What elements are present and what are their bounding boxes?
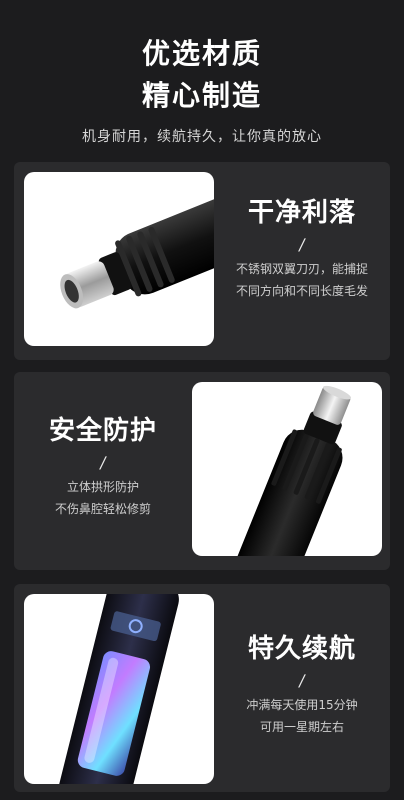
feature-text-safety: 安全防护 / 立体拱形防护 不伤鼻腔轻松修剪 [14, 410, 192, 520]
hero-subtitle: 机身耐用，续航持久，让你真的放心 [82, 129, 322, 145]
feature-desc-line2: 可用一星期左右 [259, 720, 344, 734]
feature-desc-line2: 不同方向和不同长度毛发 [235, 284, 368, 298]
feature-title: 干净利落 [247, 198, 356, 228]
feature-desc: 冲满每天使用15分钟 可用一星期左右 [214, 694, 390, 738]
battery-xray-photo [24, 594, 214, 784]
feature-desc: 不锈钢双翼刀刃，能捕捉 不同方向和不同长度毛发 [214, 258, 390, 302]
feature-desc-line1: 不锈钢双翼刀刃，能捕捉 [235, 262, 368, 276]
slash-divider: / [297, 671, 307, 690]
hero-title-line1: 优选材质 [141, 37, 262, 70]
feature-desc-line2: 不伤鼻腔轻松修剪 [54, 502, 151, 516]
feature-text-battery: 特久续航 / 冲满每天使用15分钟 可用一星期左右 [214, 628, 390, 738]
feature-text-clean-cut: 干净利落 / 不锈钢双翼刀刃，能捕捉 不同方向和不同长度毛发 [214, 192, 390, 302]
feature-card-safety: 安全防护 / 立体拱形防护 不伤鼻腔轻松修剪 [14, 372, 390, 570]
feature-title: 特久续航 [247, 634, 356, 664]
trimmer-head-photo [24, 172, 214, 346]
hero-title-line2: 精心制造 [141, 79, 262, 112]
feature-desc-line1: 冲满每天使用15分钟 [246, 698, 358, 712]
feature-card-clean-cut: 干净利落 / 不锈钢双翼刀刃，能捕捉 不同方向和不同长度毛发 [14, 162, 390, 360]
slash-divider: / [297, 235, 307, 254]
hero-section: 优选材质 精心制造 机身耐用，续航持久，让你真的放心 [0, 0, 404, 160]
feature-card-battery: 特久续航 / 冲满每天使用15分钟 可用一星期左右 [14, 584, 390, 792]
feature-desc-line1: 立体拱形防护 [66, 480, 139, 494]
trimmer-guard-photo [192, 382, 382, 556]
slash-divider: / [98, 453, 108, 472]
feature-title: 安全防护 [48, 416, 157, 446]
feature-desc: 立体拱形防护 不伤鼻腔轻松修剪 [14, 476, 192, 520]
